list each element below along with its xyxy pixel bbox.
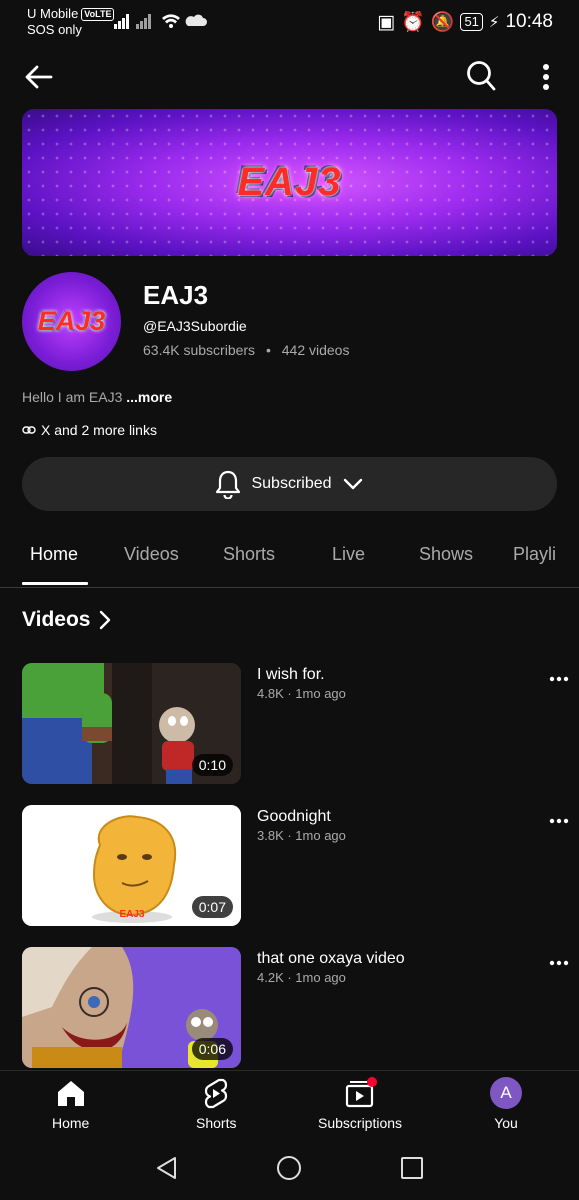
- nfc-icon: ▣: [377, 11, 396, 33]
- mute-icon: 🔕: [430, 12, 455, 33]
- volte-badge: VoLTE: [81, 8, 115, 21]
- subscribed-label: Subscribed: [251, 475, 332, 492]
- nav-you-label: You: [494, 1115, 518, 1131]
- video-count: 442 videos: [281, 342, 350, 358]
- nav-home-label: Home: [52, 1115, 90, 1131]
- back-arrow-icon[interactable]: [24, 62, 54, 92]
- video-thumbnail[interactable]: 0:10: [22, 663, 241, 784]
- shorts-icon: [205, 1078, 228, 1109]
- channel-handle: @EAJ3Subordie: [143, 318, 247, 334]
- video-title[interactable]: Goodnight: [257, 808, 331, 826]
- svg-text:EAJ3: EAJ3: [119, 909, 144, 920]
- nav-shorts-label: Shorts: [196, 1115, 237, 1131]
- signal-wifi-icons: [114, 14, 207, 29]
- video-duration: 0:10: [191, 754, 233, 776]
- active-tab-indicator: [22, 582, 88, 585]
- chevron-down-icon: [343, 478, 362, 490]
- clock: 10:48: [505, 11, 553, 32]
- more-horiz-icon[interactable]: [549, 811, 569, 831]
- channel-description[interactable]: Hello I am EAJ3 ...more: [22, 389, 172, 405]
- channel-links[interactable]: X and 2 more links: [22, 422, 157, 438]
- channel-stats: 63.4K subscribers • 442 videos: [143, 342, 349, 358]
- video-title[interactable]: that one oxaya video: [257, 950, 405, 968]
- nav-you[interactable]: A You: [490, 1077, 522, 1131]
- links-label: X and 2 more links: [41, 422, 157, 438]
- banner-logo: EAJ3: [237, 160, 342, 204]
- nav-subscriptions-label: Subscriptions: [318, 1115, 403, 1131]
- nav-shorts[interactable]: Shorts: [196, 1077, 236, 1131]
- videos-section-header[interactable]: Videos: [22, 608, 112, 632]
- system-recents-icon[interactable]: [400, 1156, 424, 1180]
- video-duration: 0:06: [191, 1038, 233, 1060]
- video-title[interactable]: I wish for.: [257, 666, 325, 684]
- status-bar: U Mobile VoLTE SOS only ▣ ⏰ 🔕 51 ⚡ 10:48: [0, 0, 579, 48]
- carrier-info: U Mobile VoLTE SOS only: [27, 6, 115, 38]
- subscribed-button[interactable]: Subscribed: [22, 457, 557, 511]
- tab-videos[interactable]: Videos: [124, 544, 179, 565]
- more-link[interactable]: ...more: [126, 389, 172, 405]
- description-text: Hello I am EAJ3: [22, 389, 123, 405]
- video-meta: 3.8K · 1mo ago: [257, 828, 346, 843]
- system-navigation-bar: [0, 1138, 579, 1200]
- channel-name: EAJ3: [143, 280, 209, 310]
- channel-avatar[interactable]: EAJ3: [22, 272, 121, 371]
- nav-home[interactable]: Home: [52, 1077, 89, 1131]
- tab-home[interactable]: Home: [30, 544, 78, 565]
- system-back-icon[interactable]: [154, 1155, 180, 1181]
- video-meta: 4.2K · 1mo ago: [257, 970, 346, 985]
- alarm-icon: ⏰: [401, 12, 425, 33]
- more-vert-icon[interactable]: [536, 62, 556, 92]
- video-item[interactable]: 0:06 that one oxaya video 4.2K · 1mo ago: [0, 947, 579, 1069]
- system-home-icon[interactable]: [276, 1155, 302, 1181]
- channel-tabs: Home Videos Shorts Live Shows Playli: [0, 530, 579, 588]
- chevron-right-icon: [100, 610, 111, 630]
- subscriber-count: 63.4K subscribers: [143, 342, 256, 358]
- video-meta: 4.8K · 1mo ago: [257, 686, 346, 701]
- video-item[interactable]: 0:10 I wish for. 4.8K · 1mo ago: [0, 663, 579, 785]
- carrier-name: U Mobile: [27, 6, 79, 21]
- tab-live[interactable]: Live: [332, 544, 365, 565]
- avatar-logo: EAJ3: [37, 306, 106, 336]
- subscriptions-icon: [345, 1077, 378, 1108]
- video-thumbnail[interactable]: EAJ3 0:07: [22, 805, 241, 926]
- search-icon[interactable]: [465, 59, 497, 93]
- video-item[interactable]: EAJ3 0:07 Goodnight 3.8K · 1mo ago: [0, 805, 579, 927]
- status-right: ▣ ⏰ 🔕 51 ⚡ 10:48: [377, 10, 553, 34]
- nav-subscriptions[interactable]: Subscriptions: [318, 1077, 402, 1131]
- notification-dot: [367, 1077, 378, 1087]
- bottom-navigation: Home Shorts Subscriptions A You: [0, 1070, 579, 1139]
- video-thumbnail[interactable]: 0:06: [22, 947, 241, 1068]
- tab-shows[interactable]: Shows: [419, 544, 473, 565]
- tab-shorts[interactable]: Shorts: [223, 544, 275, 565]
- bell-icon: [216, 470, 241, 499]
- more-horiz-icon[interactable]: [549, 953, 569, 973]
- stats-separator: •: [265, 342, 271, 358]
- channel-banner: EAJ3: [22, 109, 557, 256]
- you-avatar: A: [490, 1077, 522, 1109]
- tab-playlists[interactable]: Playli: [513, 544, 556, 565]
- sos-label: SOS only: [27, 22, 82, 37]
- battery-indicator: 51: [460, 13, 483, 31]
- link-icon: [22, 426, 36, 434]
- home-icon: [57, 1081, 84, 1106]
- video-duration: 0:07: [191, 896, 233, 918]
- more-horiz-icon[interactable]: [549, 669, 569, 689]
- charging-icon: ⚡: [488, 14, 500, 31]
- section-title: Videos: [22, 608, 91, 631]
